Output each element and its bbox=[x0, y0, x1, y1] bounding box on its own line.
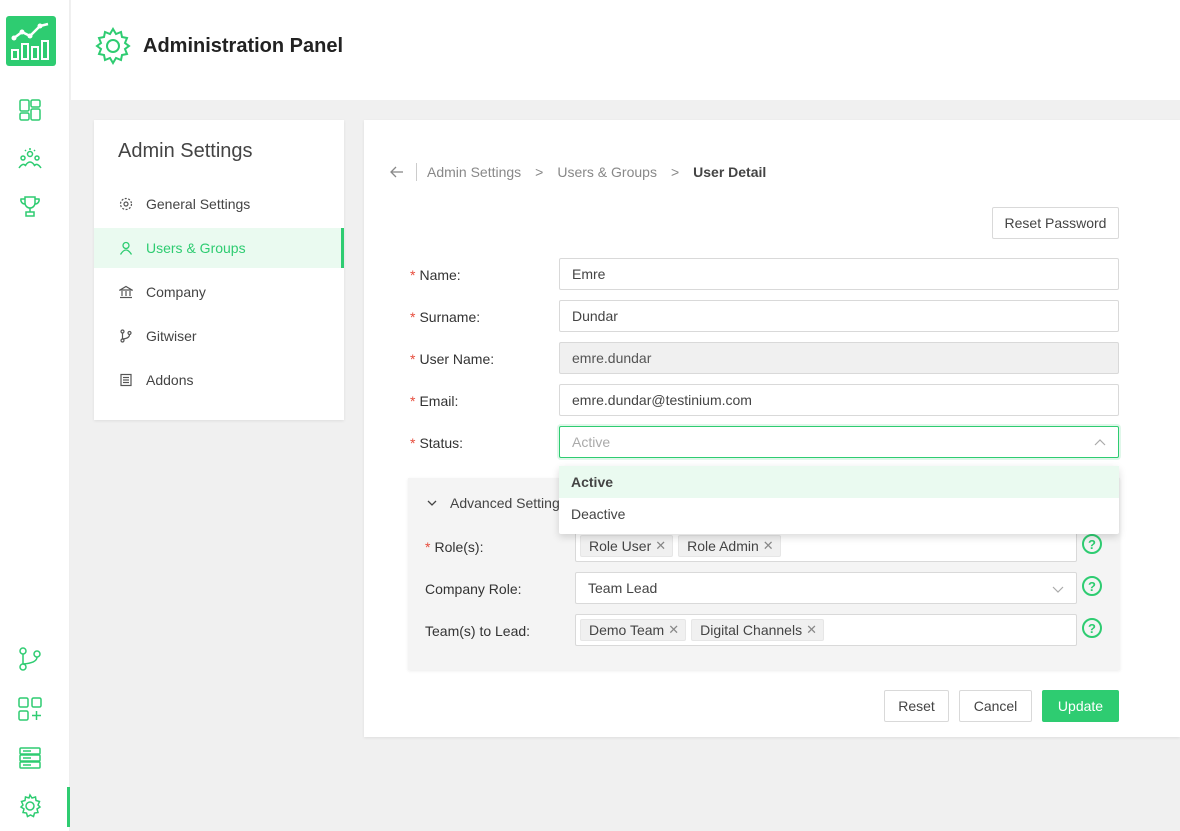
email-label: * Email: bbox=[410, 393, 459, 409]
menu-item-company[interactable]: Company bbox=[94, 272, 344, 312]
breadcrumb-admin-settings[interactable]: Admin Settings bbox=[427, 164, 521, 180]
company-role-label: Company Role: bbox=[425, 581, 522, 597]
server-icon[interactable] bbox=[16, 744, 44, 772]
bank-icon bbox=[118, 284, 134, 300]
update-button[interactable]: Update bbox=[1042, 690, 1119, 722]
name-label: * Name: bbox=[410, 267, 461, 283]
help-icon[interactable]: ? bbox=[1082, 618, 1102, 638]
book-icon bbox=[118, 372, 134, 388]
team-tag: Digital Channels ✕ bbox=[691, 619, 824, 641]
breadcrumb: Admin Settings > Users & Groups > User D… bbox=[390, 163, 766, 181]
settings-gear-icon[interactable] bbox=[16, 792, 44, 820]
admin-settings-menu: Admin Settings General Settings Users & … bbox=[94, 120, 344, 420]
breadcrumb-user-detail: User Detail bbox=[693, 164, 767, 180]
menu-item-label: Gitwiser bbox=[146, 328, 197, 344]
username-input: emre.dundar bbox=[559, 342, 1119, 374]
remove-tag-icon[interactable]: ✕ bbox=[655, 538, 666, 554]
surname-label: * Surname: bbox=[410, 309, 481, 325]
chevron-down-icon bbox=[426, 497, 438, 509]
menu-item-addons[interactable]: Addons bbox=[94, 360, 344, 400]
add-app-icon[interactable] bbox=[16, 695, 44, 723]
status-option-active[interactable]: Active bbox=[559, 466, 1119, 498]
menu-item-general-settings[interactable]: General Settings bbox=[94, 184, 344, 224]
status-dropdown-menu: Active Deactive bbox=[559, 466, 1119, 534]
git-branch-icon bbox=[118, 328, 134, 344]
settings-gear-icon bbox=[93, 26, 133, 66]
cancel-button[interactable]: Cancel bbox=[959, 690, 1032, 722]
user-detail-card: Admin Settings > Users & Groups > User D… bbox=[364, 120, 1180, 737]
status-option-deactive[interactable]: Deactive bbox=[559, 498, 1119, 530]
active-nav-indicator bbox=[67, 787, 70, 827]
menu-item-label: Company bbox=[146, 284, 206, 300]
back-arrow-icon[interactable] bbox=[390, 164, 406, 180]
menu-item-label: General Settings bbox=[146, 196, 251, 212]
logo-chart-icon[interactable] bbox=[6, 16, 56, 66]
teams-select[interactable]: Demo Team ✕ Digital Channels ✕ bbox=[575, 614, 1077, 646]
company-role-select[interactable]: Team Lead bbox=[575, 572, 1077, 604]
breadcrumb-users-groups[interactable]: Users & Groups bbox=[557, 164, 657, 180]
page-header: Administration Panel bbox=[71, 0, 1180, 100]
advanced-settings-title: Advanced Settings bbox=[450, 495, 567, 511]
roles-select[interactable]: Role User ✕ Role Admin ✕ bbox=[575, 530, 1077, 562]
username-label: * User Name: bbox=[410, 351, 495, 367]
status-select[interactable]: Active bbox=[559, 426, 1119, 458]
name-input[interactable]: Emre bbox=[559, 258, 1119, 290]
dashboard-icon[interactable] bbox=[16, 96, 44, 124]
trophy-icon[interactable] bbox=[16, 192, 44, 220]
page-title: Administration Panel bbox=[143, 35, 344, 57]
role-tag: Role Admin ✕ bbox=[678, 535, 781, 557]
menu-title: Admin Settings bbox=[118, 140, 253, 162]
team-icon[interactable] bbox=[16, 144, 44, 172]
advanced-settings-toggle[interactable]: Advanced Settings bbox=[426, 495, 567, 511]
git-branch-icon[interactable] bbox=[16, 645, 44, 673]
chevron-down-icon bbox=[1052, 582, 1064, 598]
chevron-up-icon bbox=[1094, 436, 1106, 452]
roles-label: * Role(s): bbox=[425, 539, 484, 555]
menu-item-gitwiser[interactable]: Gitwiser bbox=[94, 316, 344, 356]
help-icon[interactable]: ? bbox=[1082, 534, 1102, 554]
menu-item-label: Users & Groups bbox=[146, 240, 246, 256]
menu-item-users-groups[interactable]: Users & Groups bbox=[94, 228, 344, 268]
breadcrumb-divider bbox=[416, 163, 417, 181]
help-icon[interactable]: ? bbox=[1082, 576, 1102, 596]
role-tag: Role User ✕ bbox=[580, 535, 674, 557]
surname-input[interactable]: Dundar bbox=[559, 300, 1119, 332]
user-icon bbox=[118, 240, 134, 256]
team-tag: Demo Team ✕ bbox=[580, 619, 687, 641]
reset-button[interactable]: Reset bbox=[884, 690, 949, 722]
left-nav-rail bbox=[0, 0, 70, 831]
breadcrumb-separator: > bbox=[670, 164, 680, 180]
teams-label: Team(s) to Lead: bbox=[425, 623, 531, 639]
status-label: * Status: bbox=[410, 435, 464, 451]
remove-tag-icon[interactable]: ✕ bbox=[806, 622, 817, 638]
gear-icon bbox=[118, 196, 134, 212]
reset-password-button[interactable]: Reset Password bbox=[992, 207, 1119, 239]
menu-item-label: Addons bbox=[146, 372, 194, 388]
remove-tag-icon[interactable]: ✕ bbox=[668, 622, 679, 638]
remove-tag-icon[interactable]: ✕ bbox=[763, 538, 774, 554]
email-input[interactable]: emre.dundar@testinium.com bbox=[559, 384, 1119, 416]
breadcrumb-separator: > bbox=[535, 164, 544, 180]
